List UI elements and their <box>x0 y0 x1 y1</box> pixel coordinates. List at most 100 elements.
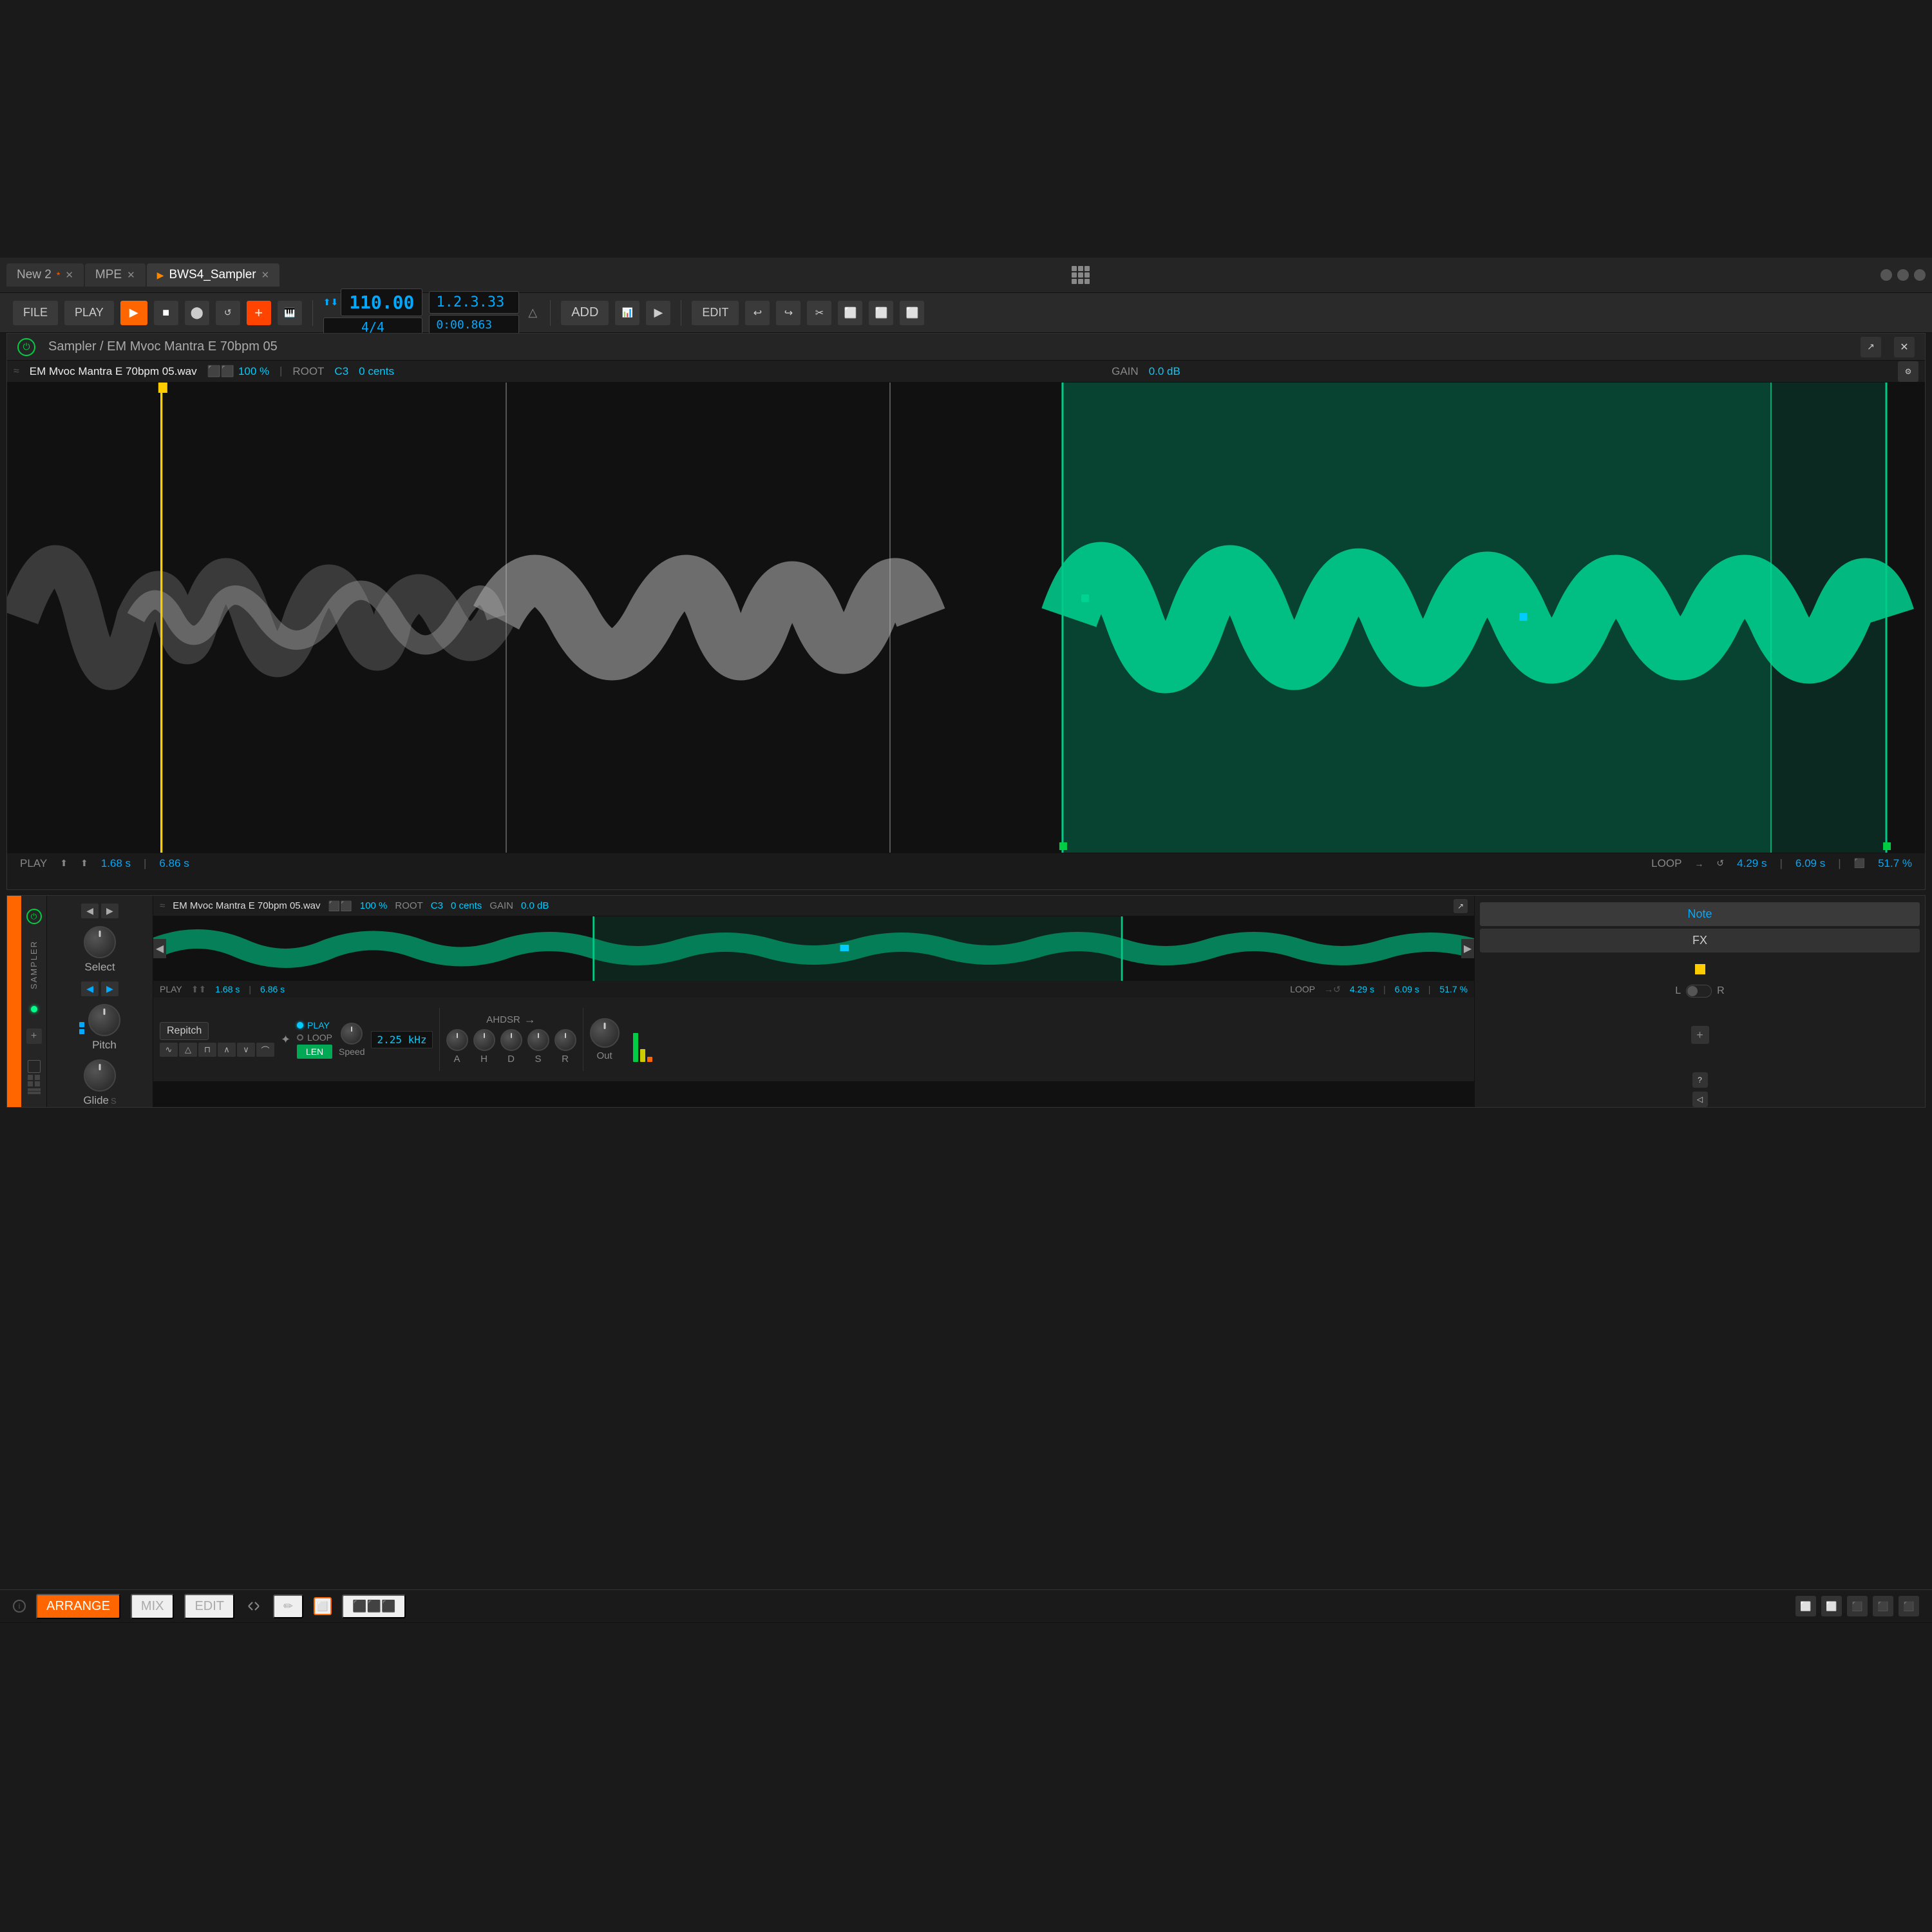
tab-new2[interactable]: New 2 * ✕ <box>6 263 84 287</box>
freq-value[interactable]: 2.25 kHz <box>371 1031 432 1048</box>
shape-btn-2[interactable]: △ <box>179 1043 197 1057</box>
triangle-btn[interactable]: ◁ <box>1692 1092 1708 1107</box>
tab-new2-close[interactable]: ✕ <box>65 269 73 281</box>
s-knob[interactable] <box>527 1029 549 1051</box>
len-btn[interactable]: LEN <box>297 1045 332 1059</box>
meter-btn[interactable]: ⬛ <box>1899 1596 1919 1616</box>
undo-button[interactable]: ↩ <box>745 301 770 325</box>
mode-icon-3[interactable] <box>28 1088 41 1094</box>
mix-btn[interactable]: MIX <box>131 1594 175 1619</box>
tab-mpe-close[interactable]: ✕ <box>127 269 135 281</box>
expand-btn[interactable]: ↗ <box>1861 337 1881 357</box>
add-slot-btn[interactable]: + <box>1691 1026 1709 1044</box>
sampler-power-btn[interactable]: ⏻ <box>17 338 35 356</box>
bp-wave-icon: ≈ <box>160 900 165 911</box>
loop-button[interactable]: ↺ <box>216 301 240 325</box>
note-button[interactable]: Note <box>1480 902 1920 926</box>
repitch-dropdown[interactable]: Repitch <box>160 1022 209 1040</box>
wave-scroll-left[interactable]: ◀ <box>153 939 166 958</box>
select-knob[interactable] <box>84 926 116 958</box>
waveform-icon-sm: ≈ <box>14 366 19 377</box>
metronome-icon[interactable]: △ <box>528 306 537 319</box>
speed-knob[interactable] <box>341 1023 363 1045</box>
close-btn[interactable] <box>1914 269 1926 281</box>
arrow-right-btn[interactable]: ▶ <box>101 904 118 918</box>
shape-btn-5[interactable]: ∨ <box>237 1043 255 1057</box>
file-button[interactable]: FILE <box>13 301 58 325</box>
settings-icon-btn[interactable]: ? <box>1692 1072 1708 1088</box>
time-display[interactable]: 0:00.863 <box>429 315 519 335</box>
glide-knob[interactable] <box>84 1059 116 1092</box>
play-mode-item[interactable]: PLAY <box>297 1020 332 1030</box>
device-btn[interactable]: ⬜ <box>1821 1596 1842 1616</box>
fx-button[interactable]: FX <box>1480 929 1920 952</box>
wave-scroll-right[interactable]: ▶ <box>1461 939 1474 958</box>
edit-btn[interactable]: EDIT <box>184 1594 234 1619</box>
chart-button[interactable]: 📊 <box>615 301 639 325</box>
bpm-display[interactable]: 110.00 <box>341 289 422 316</box>
bp-root: C3 <box>431 900 443 911</box>
pitch-knob[interactable] <box>88 1004 120 1036</box>
play-mode-button[interactable]: ▶ <box>646 301 670 325</box>
record-button[interactable]: ⬤ <box>185 301 209 325</box>
a-knob[interactable] <box>446 1029 468 1051</box>
shape-btn-1[interactable]: ∿ <box>160 1043 178 1057</box>
copy-button[interactable]: ⬜ <box>838 301 862 325</box>
bp-power-btn[interactable]: ⏻ <box>26 909 42 924</box>
midi-button[interactable]: 🎹 <box>278 301 302 325</box>
sparkle-icon: ✦ <box>281 1033 290 1046</box>
tab-mpe[interactable]: MPE ✕ <box>85 263 146 287</box>
h-knob[interactable] <box>473 1029 495 1051</box>
d-knob[interactable] <box>500 1029 522 1051</box>
root-offset[interactable]: 0 cents <box>359 365 394 378</box>
info-btn[interactable]: i <box>13 1600 26 1613</box>
add-track-button[interactable]: ADD <box>561 301 609 325</box>
root-note[interactable]: C3 <box>334 365 348 378</box>
arrange-btn[interactable]: ARRANGE <box>36 1594 120 1619</box>
shape-btn-4[interactable]: ∧ <box>218 1043 236 1057</box>
position-display[interactable]: 1.2.3.33 <box>429 291 519 314</box>
record-mode-btn[interactable]: ⬜ <box>314 1597 332 1615</box>
waveform-container[interactable] <box>7 383 1925 853</box>
waveform-status: PLAY ⬆ ⬆ 1.68 s | 6.86 s LOOP → ↺ 4.29 s… <box>7 853 1925 873</box>
arrows-icon[interactable] <box>245 1597 263 1615</box>
lr-slider[interactable] <box>1686 985 1712 998</box>
mixer-btn[interactable]: ⬛ <box>1847 1596 1868 1616</box>
r-knob[interactable] <box>554 1029 576 1051</box>
tab-bws4[interactable]: ▶ BWS4_Sampler ✕ <box>147 263 280 287</box>
sampler-settings-btn[interactable]: ⚙ <box>1898 361 1918 382</box>
shape-btn-6[interactable]: ⌒ <box>256 1043 274 1057</box>
scissors-button[interactable]: ✂ <box>807 301 831 325</box>
paste-button[interactable]: ⬜ <box>869 301 893 325</box>
mode-icon-1[interactable] <box>28 1060 41 1073</box>
pencil-btn[interactable]: ✏ <box>273 1595 303 1618</box>
arrow-left-btn[interactable]: ◀ <box>81 904 99 918</box>
out-knob[interactable] <box>590 1018 620 1048</box>
mode-icon-2[interactable] <box>28 1075 41 1086</box>
add-device-button[interactable]: + <box>247 301 271 325</box>
loop-mode-item[interactable]: LOOP <box>297 1032 332 1043</box>
blue-arrow-left[interactable]: ◀ <box>81 981 99 996</box>
inspector-btn[interactable]: ⬛ <box>1873 1596 1893 1616</box>
gain-value[interactable]: 0.0 dB <box>1149 365 1180 378</box>
redo-button[interactable]: ↪ <box>776 301 800 325</box>
add-sampler-btn[interactable]: + <box>26 1028 42 1044</box>
tab-bws4-close[interactable]: ✕ <box>261 269 270 281</box>
zoom-control[interactable]: ⬛⬛ 100 % <box>207 365 270 378</box>
tab-mpe-label: MPE <box>95 268 122 282</box>
shape-btn-3[interactable]: ⊓ <box>198 1043 216 1057</box>
bp-wave-display[interactable]: ◀ ▶ <box>153 916 1474 981</box>
stop-button[interactable]: ■ <box>154 301 178 325</box>
blue-arrow-right[interactable]: ▶ <box>101 981 118 996</box>
duplicate-button[interactable]: ⬜ <box>900 301 924 325</box>
bp-expand-btn[interactable]: ↗ <box>1454 899 1468 913</box>
edit-button[interactable]: EDIT <box>692 301 739 325</box>
close-sampler-btn[interactable]: ✕ <box>1894 337 1915 357</box>
minimize-btn[interactable] <box>1880 269 1892 281</box>
piano-roll-btn[interactable]: ⬛⬛⬛ <box>342 1595 406 1618</box>
maximize-btn[interactable] <box>1897 269 1909 281</box>
bp-waveform[interactable]: ≈ EM Mvoc Mantra E 70bpm 05.wav ⬛⬛ 100 %… <box>153 896 1474 1107</box>
browser-btn[interactable]: ⬜ <box>1795 1596 1816 1616</box>
play-label-button[interactable]: PLAY <box>64 301 114 325</box>
play-button[interactable]: ▶ <box>120 301 147 325</box>
